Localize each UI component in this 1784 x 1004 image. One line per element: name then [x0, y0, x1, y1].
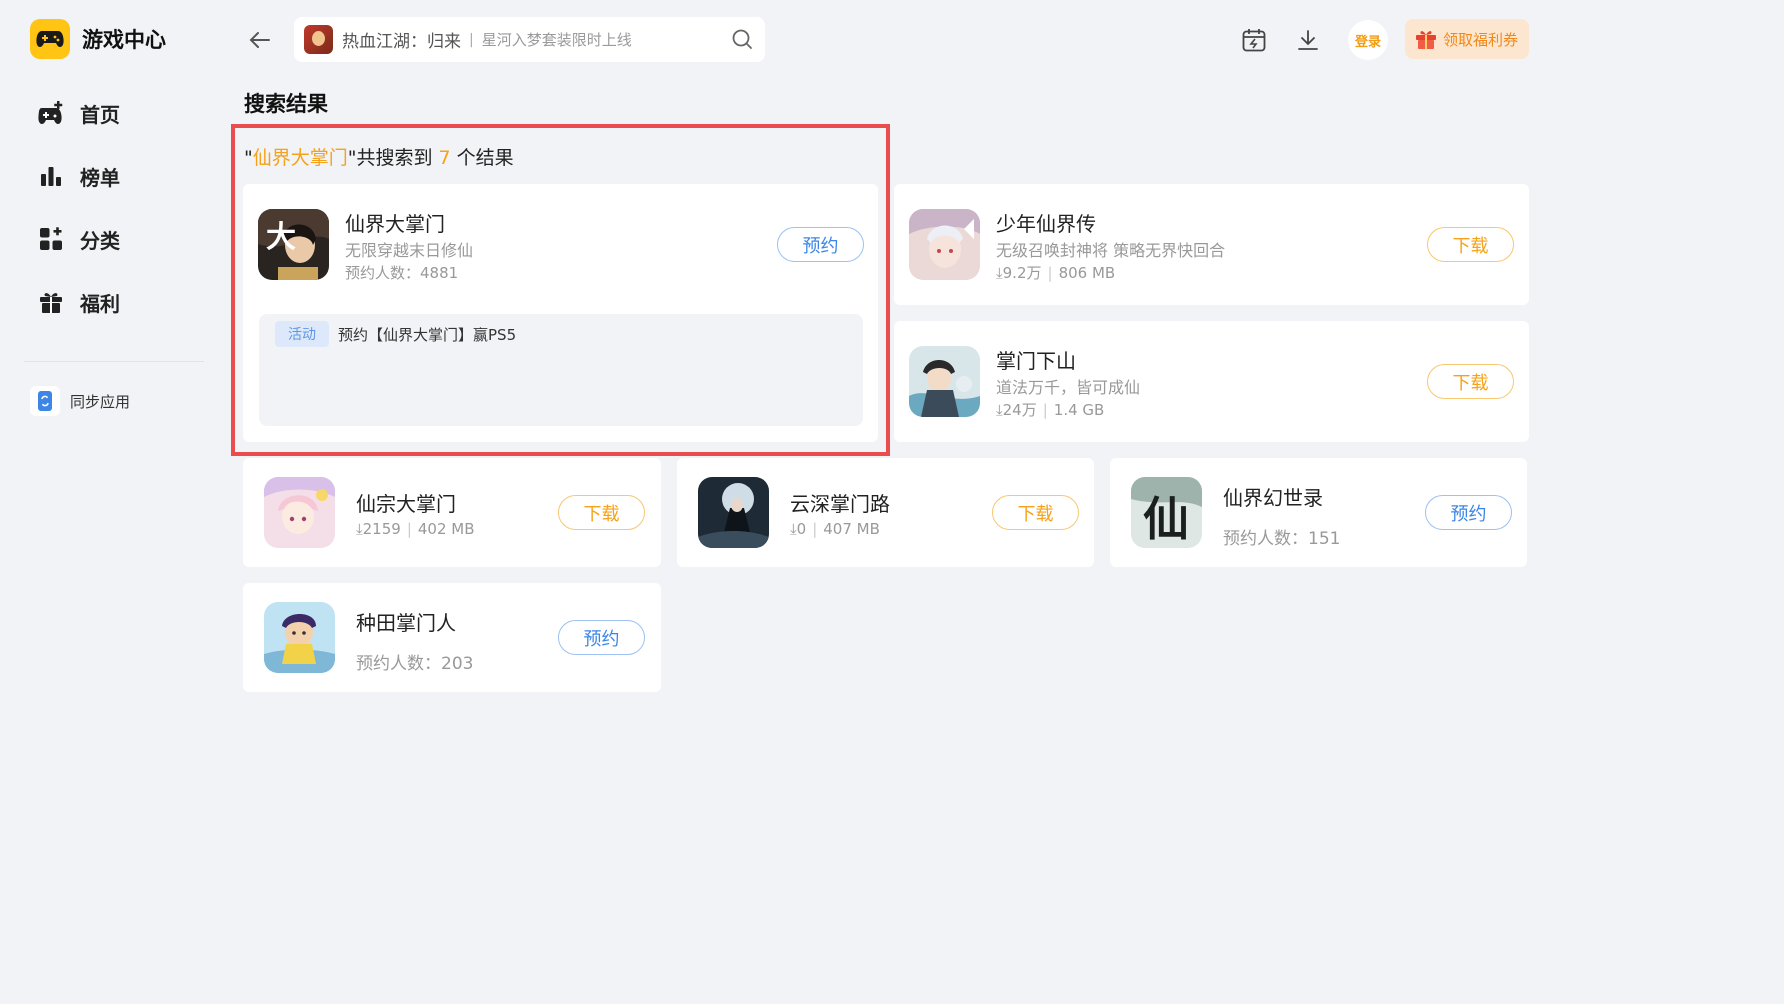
- featured-game-reserve-count: 预约人数：4881: [345, 264, 459, 282]
- game-name-shaonian-xianjiezhuan[interactable]: 少年仙界传: [996, 208, 1096, 237]
- meta-divider: |: [406, 520, 412, 538]
- search-bar[interactable]: 热血江湖：归来 | 星河入梦套装限时上线: [294, 17, 765, 62]
- nav-item-category[interactable]: 分类: [36, 224, 120, 254]
- page-title: 搜索结果: [244, 92, 328, 116]
- app-logo: 游戏中心: [30, 19, 166, 59]
- reserve-button-zhongtian-zhangmenren[interactable]: 预约: [558, 620, 645, 655]
- file-size: 402 MB: [417, 520, 475, 538]
- file-size: 407 MB: [823, 520, 880, 538]
- featured-activity-banner[interactable]: 活动 预约【仙界大掌门】赢PS5: [259, 314, 863, 426]
- red-gift-icon: [1416, 31, 1436, 49]
- featured-game-desc: 无限穿越末日修仙: [345, 241, 474, 260]
- game-reserve-count-zhongtian-zhangmenren: 预约人数：203: [356, 654, 474, 674]
- game-name-yunshen-zhangmenlu[interactable]: 云深掌门路: [790, 488, 890, 517]
- search-separator: |: [469, 31, 474, 48]
- game-reserve-count-xianjie-huanshilu: 预约人数：151: [1223, 529, 1341, 549]
- download-small-icon: ⤓: [996, 264, 1003, 282]
- phone-sync-icon: [30, 386, 60, 416]
- meta-divider: |: [812, 520, 818, 538]
- download-small-icon: ⤓: [790, 520, 797, 538]
- game-desc-shaonian-xianjiezhuan: 无级召唤封神将 策略无界快回合: [996, 241, 1226, 260]
- game-icon-xianzong-dazhangmen[interactable]: [264, 477, 335, 548]
- game-icon-xianjie-huanshilu[interactable]: 仙: [1131, 477, 1202, 548]
- back-button[interactable]: [246, 26, 274, 54]
- nav-label-category: 分类: [80, 228, 120, 253]
- game-name-xianzong-dazhangmen[interactable]: 仙宗大掌门: [356, 488, 456, 517]
- search-icon[interactable]: [731, 28, 753, 50]
- category-grid-icon: [36, 224, 66, 254]
- game-meta-zhangmen-xiashan: ⤓24万 | 1.4 GB: [996, 399, 1104, 420]
- svg-text:仙: 仙: [1143, 492, 1189, 546]
- login-button[interactable]: 登录: [1348, 20, 1388, 60]
- download-count: 9.2万: [1002, 264, 1042, 282]
- download-count: 24万: [1002, 401, 1037, 419]
- download-button-zhangmen-xiashan[interactable]: 下载: [1427, 364, 1514, 399]
- count-suffix: 个结果: [450, 147, 514, 169]
- game-icon-xianjie-dazhangmen[interactable]: 大: [258, 209, 329, 280]
- download-button-yunshen-zhangmenlu[interactable]: 下载: [992, 495, 1079, 530]
- game-name-xianjie-huanshilu[interactable]: 仙界幻世录: [1223, 482, 1323, 511]
- bar-chart-icon: [36, 161, 66, 191]
- download-count: 2159: [362, 520, 401, 538]
- quote-open: ": [244, 147, 253, 169]
- download-button-xianzong-dazhangmen[interactable]: 下载: [558, 495, 645, 530]
- sync-apps-button[interactable]: 同步应用: [30, 386, 130, 416]
- gamepad-icon: [36, 98, 66, 128]
- game-icon-zhongtian-zhangmenren[interactable]: [264, 602, 335, 673]
- download-manager-button[interactable]: [1294, 26, 1322, 54]
- game-meta-shaonian-xianjiezhuan: ⤓9.2万 | 806 MB: [996, 262, 1115, 283]
- sync-apps-label: 同步应用: [70, 392, 131, 411]
- download-small-icon: ⤓: [996, 401, 1003, 419]
- download-icon: [1298, 30, 1318, 50]
- gift-icon: [36, 287, 66, 317]
- game-meta-yunshen-zhangmenlu: ⤓0 | 407 MB: [790, 520, 880, 538]
- download-small-icon: ⤓: [356, 520, 363, 538]
- game-icon-yunshen-zhangmenlu[interactable]: [698, 477, 769, 548]
- game-desc-zhangmen-xiashan: 道法万千，皆可成仙: [996, 378, 1141, 397]
- count-number: 7: [438, 147, 451, 169]
- nav-label-home: 首页: [80, 102, 120, 127]
- meta-divider: |: [1042, 401, 1048, 419]
- gamepad-logo-icon: [30, 19, 70, 59]
- meta-divider: |: [1047, 264, 1053, 282]
- featured-game-name[interactable]: 仙界大掌门: [345, 208, 445, 237]
- query-text: 仙界大掌门: [252, 147, 348, 169]
- activity-text: 预约【仙界大掌门】赢PS5: [338, 326, 517, 344]
- game-icon-zhangmen-xiashan[interactable]: [909, 346, 980, 417]
- game-meta-xianzong-dazhangmen: ⤓2159 | 402 MB: [356, 520, 475, 538]
- app-title: 游戏中心: [82, 28, 166, 52]
- download-count: 0: [796, 520, 807, 538]
- nav-label-ranking: 榜单: [80, 165, 120, 190]
- calendar-button[interactable]: [1240, 26, 1268, 54]
- nav-label-welfare: 福利: [80, 291, 120, 316]
- sidebar-divider: [24, 361, 204, 362]
- nav-item-welfare[interactable]: 福利: [36, 287, 120, 317]
- game-icon-shaonian-xianjiezhuan[interactable]: [909, 209, 980, 280]
- result-count: "仙界大掌门"共搜索到 7 个结果: [244, 143, 514, 170]
- featured-reserve-button[interactable]: 预约: [777, 227, 864, 262]
- reserve-button-xianjie-huanshilu[interactable]: 预约: [1425, 495, 1512, 530]
- calendar-icon: [1242, 29, 1266, 52]
- file-size: 806 MB: [1058, 264, 1116, 282]
- game-name-zhangmen-xiashan[interactable]: 掌门下山: [996, 345, 1076, 374]
- sidebar: 游戏中心 首页 榜单 分类 福利 同步应用: [0, 0, 220, 882]
- nav-item-home[interactable]: 首页: [36, 98, 120, 128]
- claim-coupon-button[interactable]: 领取福利券: [1405, 19, 1529, 59]
- search-game-avatar: [304, 25, 333, 54]
- search-game-name: 热血江湖：归来: [342, 32, 461, 52]
- activity-tag: 活动: [275, 321, 329, 347]
- nav-item-ranking[interactable]: 榜单: [36, 161, 120, 191]
- svg-text:大: 大: [266, 220, 296, 255]
- claim-coupon-label: 领取福利券: [1443, 30, 1519, 49]
- count-middle: "共搜索到: [347, 147, 439, 169]
- arrow-left-icon: [249, 32, 270, 48]
- game-name-zhongtian-zhangmenren[interactable]: 种田掌门人: [356, 607, 456, 636]
- file-size: 1.4 GB: [1053, 401, 1105, 419]
- search-tagline: 星河入梦套装限时上线: [481, 31, 632, 49]
- download-button-shaonian-xianjiezhuan[interactable]: 下载: [1427, 227, 1514, 262]
